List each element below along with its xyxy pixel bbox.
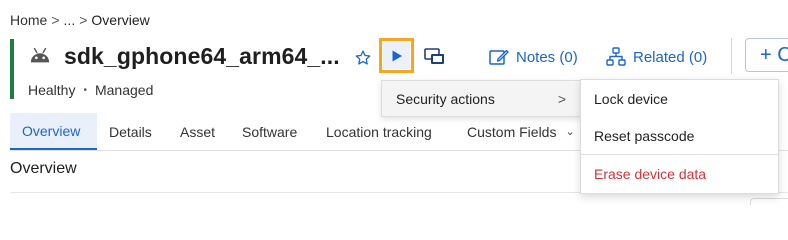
tab-software[interactable]: Software — [242, 113, 297, 150]
health-status: Healthy — [28, 82, 76, 98]
breadcrumb-ellipsis[interactable]: ... — [64, 12, 76, 28]
security-actions-menu-item[interactable]: Security actions > — [381, 80, 581, 117]
tab-asset[interactable]: Asset — [180, 113, 215, 150]
device-name-title: sdk_gphone64_arm64_... — [64, 43, 340, 69]
play-icon — [392, 50, 402, 61]
play-button-inner — [383, 42, 410, 69]
notes-icon — [489, 49, 509, 65]
actions-play-button[interactable] — [379, 38, 414, 73]
lock-device-menu-item[interactable]: Lock device — [581, 80, 778, 117]
tab-location-tracking[interactable]: Location tracking — [326, 113, 432, 150]
breadcrumb-home[interactable]: Home — [10, 12, 47, 28]
tab-label: Overview — [22, 122, 81, 139]
header-divider — [731, 38, 732, 74]
remote-control-icon[interactable] — [424, 47, 446, 67]
breadcrumb-current: Overview — [91, 12, 150, 28]
related-link[interactable]: Related (0) — [606, 46, 707, 68]
status-dot: • — [83, 84, 87, 96]
star-icon[interactable] — [354, 49, 372, 67]
chevron-right-icon: > — [557, 90, 566, 107]
android-icon — [30, 47, 50, 63]
tab-label: Asset — [180, 123, 216, 140]
security-actions-label: Security actions — [396, 90, 495, 107]
reset-passcode-menu-item[interactable]: Reset passcode — [581, 117, 778, 154]
erase-device-data-menu-item[interactable]: Erase device data — [581, 155, 778, 192]
status-accent-bar — [10, 39, 14, 99]
tab-label: Custom Fields — [467, 123, 557, 140]
related-icon — [606, 47, 626, 66]
security-actions-submenu: Lock device Reset passcode Erase device … — [580, 79, 779, 194]
tab-overview[interactable]: Overview — [10, 113, 97, 150]
tab-label: Details — [109, 123, 152, 140]
tab-label: Location tracking — [326, 123, 432, 140]
tab-custom-fields[interactable]: Custom Fields ⌄ — [467, 113, 575, 150]
breadcrumb-separator: > — [51, 12, 60, 28]
breadcrumb-separator: > — [79, 12, 88, 28]
section-title: Overview — [10, 160, 77, 177]
chevron-down-icon: ⌄ — [565, 126, 575, 138]
notes-label: Notes (0) — [516, 48, 578, 66]
device-status-line: Healthy • Managed — [28, 82, 153, 98]
tab-label: Software — [242, 123, 298, 140]
notes-link[interactable]: Notes (0) — [489, 46, 578, 68]
breadcrumb: Home > ... > Overview — [10, 12, 150, 28]
management-status: Managed — [94, 82, 154, 98]
card-edge — [750, 198, 788, 205]
related-label: Related (0) — [633, 48, 708, 66]
add-button[interactable]: + C — [745, 38, 788, 72]
tab-details[interactable]: Details — [109, 113, 152, 150]
